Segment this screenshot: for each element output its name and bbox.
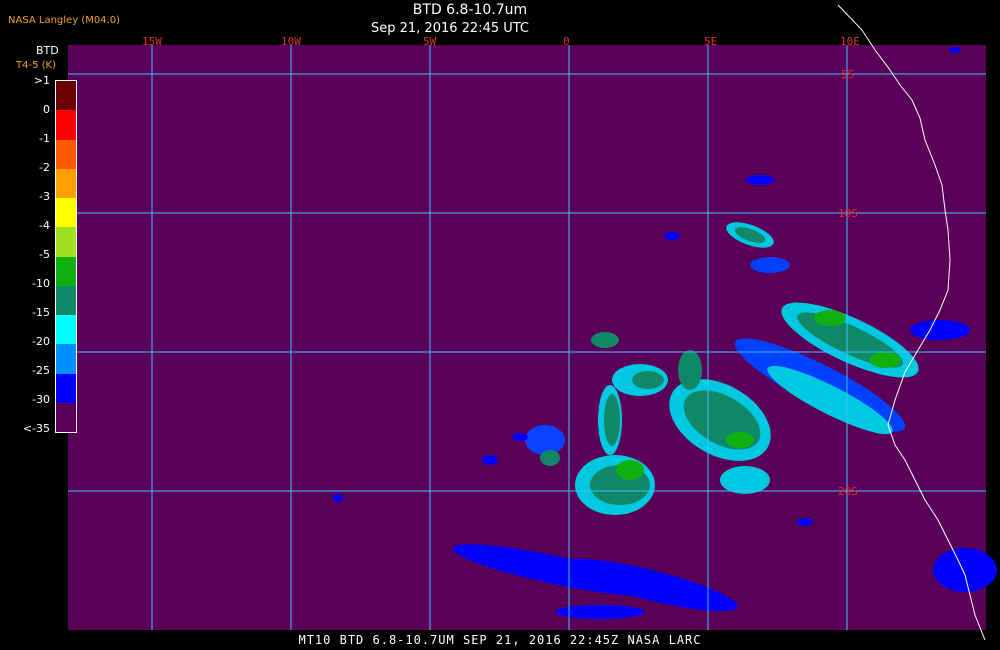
cloud-patch — [910, 320, 970, 340]
cloud-patch — [591, 332, 619, 348]
cloud-patch — [750, 257, 790, 273]
color-swatch — [56, 198, 76, 228]
legend-title: BTD — [36, 44, 59, 57]
cloud-patch — [616, 460, 644, 480]
lon-label: 5W — [423, 35, 437, 48]
color-swatch — [56, 168, 76, 198]
lon-label: 10E — [840, 35, 860, 48]
color-swatch — [56, 373, 76, 403]
cloud-patch — [678, 350, 702, 390]
satellite-map: 15W 10W 5W 0 5E 10E 5S 10S 20S — [68, 4, 997, 641]
cloud-patch — [664, 232, 680, 240]
legend-tick: >1 — [33, 74, 50, 87]
color-swatch — [56, 227, 76, 257]
color-swatch — [56, 285, 76, 315]
cloud-patch — [604, 394, 620, 446]
color-scale-bar — [55, 80, 77, 433]
cloud-patch — [746, 175, 774, 185]
legend-tick: -25 — [32, 364, 50, 377]
lon-label: 5E — [704, 35, 717, 48]
cloud-patch — [814, 310, 846, 326]
legend-tick: -3 — [39, 190, 50, 203]
legend-tick: -1 — [39, 132, 50, 145]
color-swatch — [56, 256, 76, 286]
color-swatch — [56, 139, 76, 169]
lon-label: 10W — [281, 35, 301, 48]
footer-caption: MT10 BTD 6.8-10.7UM SEP 21, 2016 22:45Z … — [298, 633, 702, 647]
legend-units: T4-5 (K) — [16, 60, 56, 71]
color-swatch — [56, 402, 76, 432]
lon-label: 0 — [563, 35, 570, 48]
cloud-patch — [726, 432, 754, 448]
lat-label: 20S — [838, 485, 858, 498]
legend-tick: -10 — [32, 277, 50, 290]
legend-tick: 0 — [43, 103, 50, 116]
legend-tick: -2 — [39, 161, 50, 174]
cloud-patch — [869, 352, 901, 368]
cloud-patch — [525, 425, 565, 455]
cloud-patch — [720, 466, 770, 494]
cloud-patch — [797, 518, 813, 526]
legend-tick: -20 — [32, 335, 50, 348]
cloud-patch — [949, 47, 961, 53]
cloud-patch — [540, 450, 560, 466]
cloud-patch — [333, 494, 343, 502]
color-swatch — [56, 315, 76, 345]
lat-label: 5S — [841, 68, 854, 81]
color-swatch — [56, 110, 76, 140]
color-swatch — [56, 81, 76, 111]
cloud-patch — [512, 433, 528, 441]
legend-tick: -5 — [39, 248, 50, 261]
lon-label: 15W — [142, 35, 162, 48]
legend-tick: -15 — [32, 306, 50, 319]
color-swatch — [56, 344, 76, 374]
legend-tick: -30 — [32, 393, 50, 406]
cloud-patch — [632, 371, 664, 389]
lat-label: 10S — [838, 207, 858, 220]
cloud-patch — [482, 455, 498, 465]
cloud-patch — [933, 548, 997, 592]
legend-tick: <-35 — [22, 422, 50, 435]
legend-tick: -4 — [39, 219, 50, 232]
